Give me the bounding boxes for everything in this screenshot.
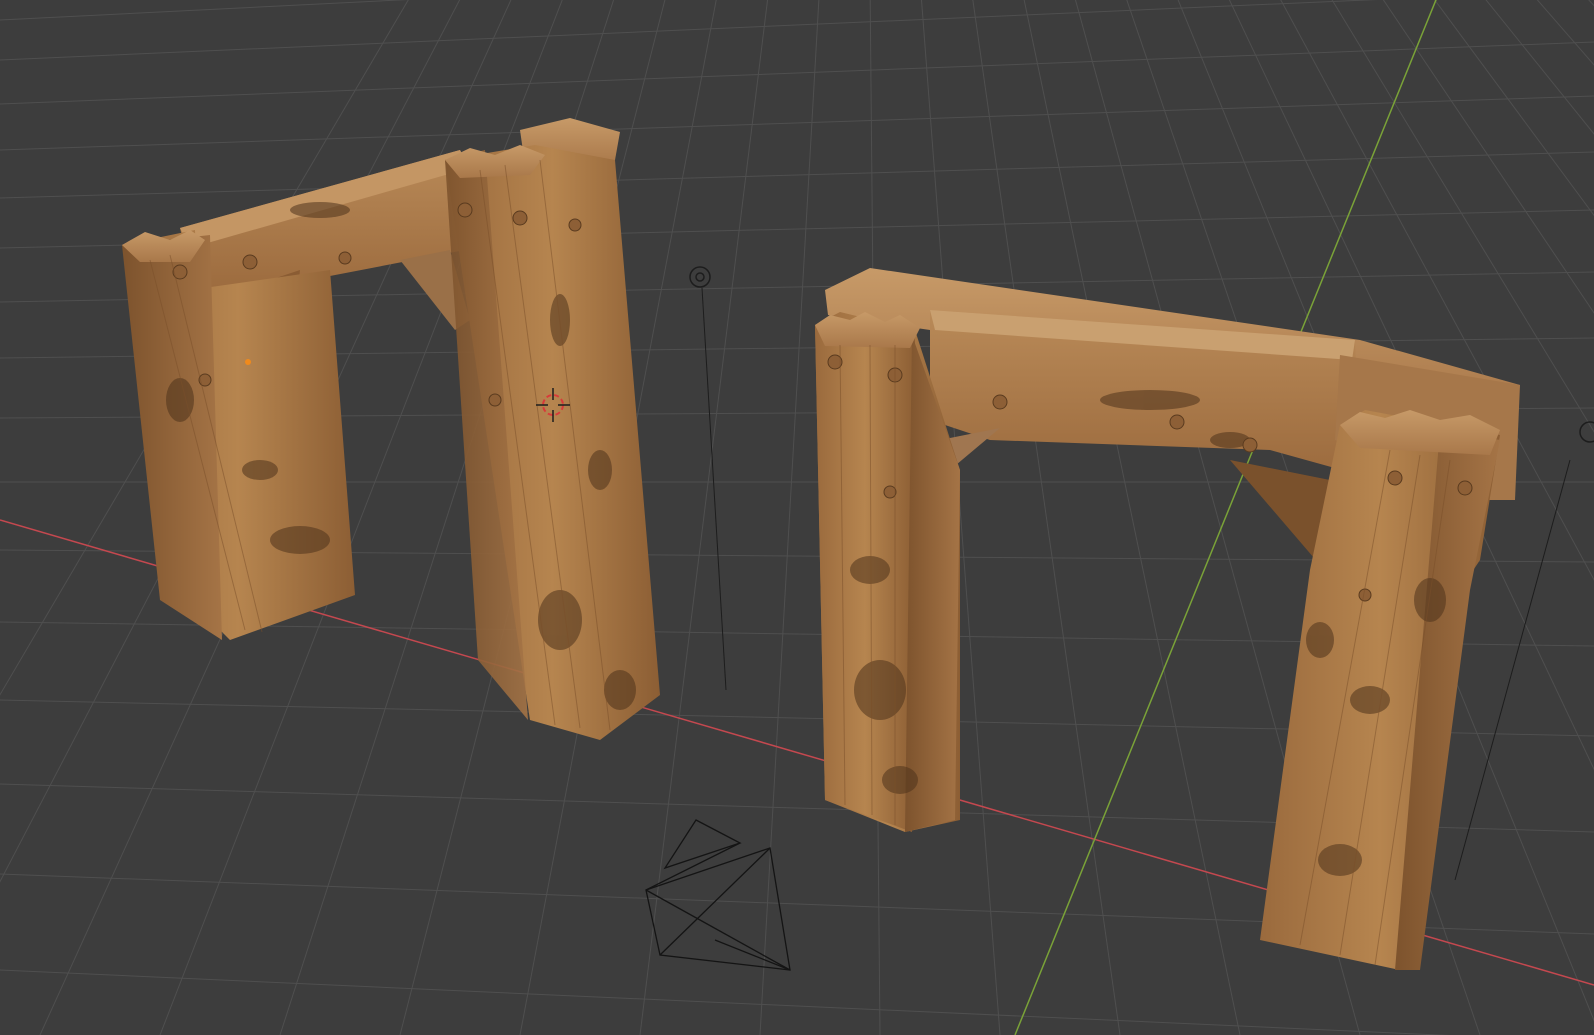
- light-icon[interactable]: [689, 266, 727, 691]
- origin-dot: [245, 359, 251, 365]
- wooden-arch-right[interactable]: [815, 268, 1520, 970]
- 3d-viewport[interactable]: [0, 0, 1594, 1035]
- wooden-arch-left[interactable]: [122, 118, 660, 740]
